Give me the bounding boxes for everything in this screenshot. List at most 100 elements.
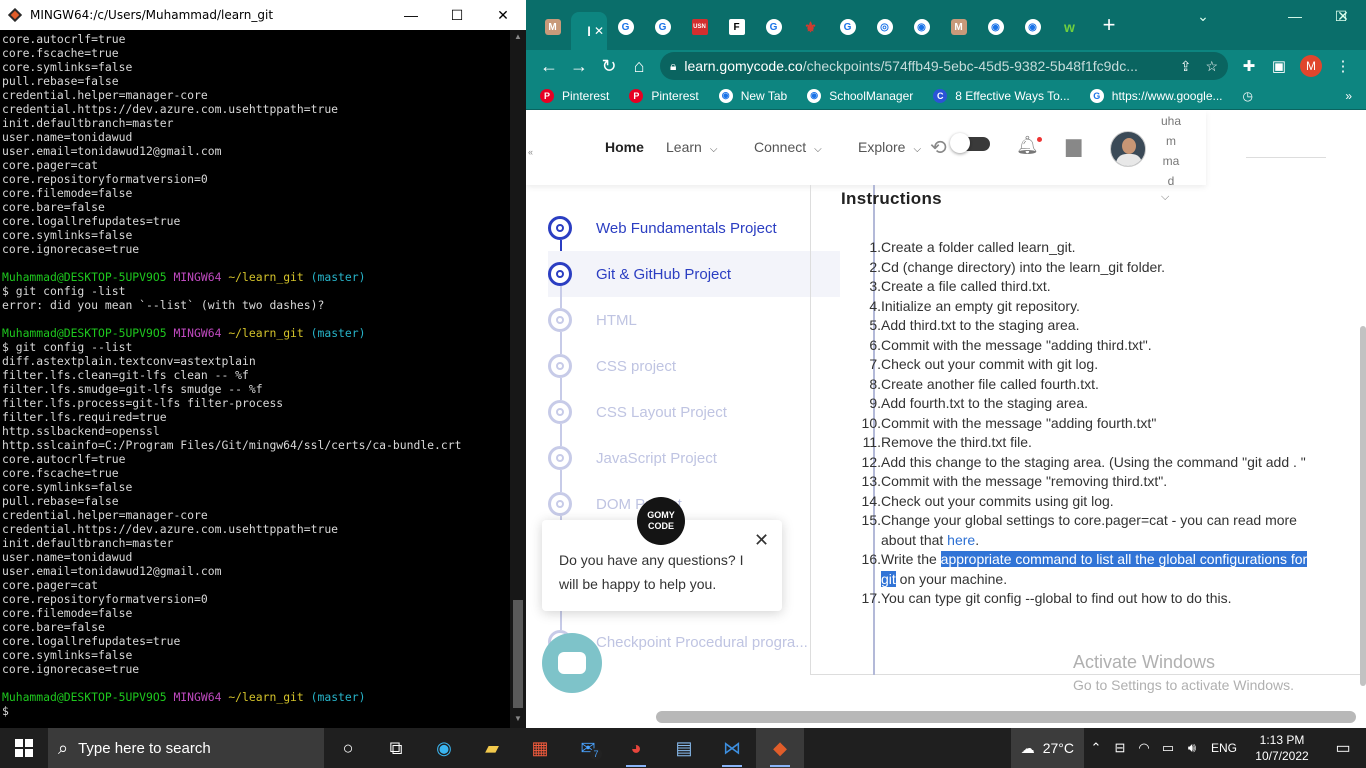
cortana-icon[interactable]: ○ bbox=[324, 728, 372, 768]
browser-tab[interactable]: ◉ bbox=[1014, 10, 1051, 44]
chat-launcher-button[interactable] bbox=[542, 633, 602, 693]
username-text[interactable]: uha m ma d bbox=[1156, 111, 1186, 191]
bookmark-item[interactable]: ◉ SchoolManager bbox=[807, 88, 913, 103]
instruction-number: 10. bbox=[861, 414, 881, 431]
edge-icon[interactable]: ◉ bbox=[420, 728, 468, 768]
close-button[interactable]: ✕ bbox=[1320, 0, 1366, 32]
back-icon[interactable]: ← bbox=[534, 52, 564, 80]
sidebar-checkpoint[interactable]: Web Fundamentals Project bbox=[548, 205, 840, 251]
globe-favicon: ◎ bbox=[876, 19, 893, 35]
show-hidden-icons-icon[interactable]: ⌃ bbox=[1084, 740, 1108, 756]
file-explorer-icon[interactable]: ▰ bbox=[468, 728, 516, 768]
browser-tab[interactable]: M bbox=[534, 10, 571, 44]
close-tab-icon[interactable]: ✕ bbox=[594, 24, 604, 38]
extensions-icon[interactable]: ✚ bbox=[1234, 57, 1264, 75]
vertical-scrollbar[interactable] bbox=[1360, 326, 1366, 686]
browser-tab[interactable]: G bbox=[607, 10, 644, 44]
browser-tab[interactable]: G bbox=[644, 10, 681, 44]
battery-icon[interactable]: ▭ bbox=[1156, 740, 1180, 756]
weather-widget[interactable]: ☁ 27°C bbox=[1010, 728, 1084, 768]
browser-tab[interactable]: F bbox=[718, 10, 755, 44]
sidebar-checkpoint[interactable]: CSS Layout Project bbox=[548, 389, 840, 435]
url-input[interactable]: 🔒︎ learn.gomycode.co/checkpoints/574ffb4… bbox=[660, 52, 1228, 80]
more-bookmarks-icon[interactable]: » bbox=[1345, 89, 1352, 103]
terminal-output[interactable]: core.autocrlf=true core.fscache=true core.… bbox=[0, 30, 510, 728]
minimize-button[interactable]: — bbox=[1272, 0, 1318, 32]
browser-tab[interactable]: G bbox=[755, 10, 792, 44]
browser-tab[interactable]: l ✕ bbox=[571, 12, 607, 50]
nav-home[interactable]: Home bbox=[605, 139, 644, 155]
bookmark-item[interactable]: ◉ New Tab bbox=[718, 88, 787, 103]
bookmark-item[interactable]: P Pinterest bbox=[540, 88, 609, 103]
terminal-scrollbar[interactable]: ▲ ▼ bbox=[510, 30, 526, 728]
close-button[interactable]: ✕ bbox=[480, 0, 526, 30]
chevron-down-icon[interactable]: ⌵ bbox=[1161, 191, 1169, 204]
tab-search-icon[interactable]: ⌄ bbox=[1180, 0, 1226, 32]
sidebar-checkpoint[interactable]: JavaScript Project bbox=[548, 435, 840, 481]
here-link[interactable]: here bbox=[947, 532, 975, 548]
new-tab-icon[interactable]: + bbox=[1094, 12, 1124, 38]
language-indicator[interactable]: ENG bbox=[1204, 741, 1244, 755]
menu-kebab-icon[interactable]: ⋮ bbox=[1328, 57, 1358, 75]
bookmark-item[interactable]: C 8 Effective Ways To... bbox=[933, 88, 1070, 103]
scroll-down-icon[interactable]: ▼ bbox=[513, 714, 523, 724]
reload-icon[interactable]: ↻ bbox=[594, 52, 624, 80]
terminal-window[interactable]: MINGW64:/c/Users/Muhammad/learn_git — ☐ … bbox=[0, 0, 526, 728]
scrollbar-thumb[interactable] bbox=[513, 600, 523, 708]
browser-tab[interactable]: M bbox=[940, 10, 977, 44]
chrome-icon[interactable]: ◕ bbox=[612, 728, 660, 768]
bookmark-star-icon[interactable]: ☆ bbox=[1205, 58, 1218, 75]
sidebar-checkpoint[interactable]: HTML bbox=[548, 297, 840, 343]
terminal-titlebar[interactable]: MINGW64:/c/Users/Muhammad/learn_git — ☐ … bbox=[0, 0, 526, 30]
maximize-button[interactable]: ☐ bbox=[434, 0, 480, 30]
network-icon[interactable]: ◠ bbox=[1132, 740, 1156, 756]
browser-tab[interactable]: ◎ bbox=[866, 10, 903, 44]
taskbar-search[interactable]: ⌕ Type here to search bbox=[48, 728, 324, 768]
forward-icon[interactable]: → bbox=[564, 52, 594, 80]
minimize-button[interactable]: — bbox=[388, 0, 434, 30]
home-icon[interactable]: ⌂ bbox=[624, 52, 654, 80]
output-line: user.name=tonidawud bbox=[2, 130, 133, 144]
chat-icon[interactable]: ▆ bbox=[1066, 133, 1081, 158]
store-icon[interactable]: ▦ bbox=[516, 728, 564, 768]
profile-avatar[interactable]: M bbox=[1300, 55, 1322, 77]
browser-tab[interactable]: USN bbox=[681, 10, 718, 44]
history-icon[interactable]: ◷ bbox=[1243, 89, 1253, 103]
watermark-title: Activate Windows bbox=[1073, 652, 1216, 672]
browser-tab[interactable]: ◉ bbox=[977, 10, 1014, 44]
browser-tab[interactable]: ⚜ bbox=[792, 10, 829, 44]
horizontal-scrollbar[interactable] bbox=[656, 711, 1356, 723]
theme-toggle[interactable] bbox=[950, 133, 990, 153]
collapse-icon[interactable]: « bbox=[528, 147, 533, 157]
clock[interactable]: 1:13 PM 10/7/2022 bbox=[1244, 732, 1320, 764]
nav-learn[interactable]: Learn ⌵ bbox=[666, 139, 717, 155]
scroll-up-icon[interactable]: ▲ bbox=[513, 32, 523, 42]
browser-tab[interactable]: ◉ bbox=[903, 10, 940, 44]
nav-connect[interactable]: Connect ⌵ bbox=[754, 139, 822, 155]
start-button[interactable] bbox=[0, 728, 48, 768]
vscode-icon[interactable]: ⋈ bbox=[708, 728, 756, 768]
sidebar-checkpoint[interactable]: CSS project bbox=[548, 343, 840, 389]
lock-icon[interactable]: 🔒︎ bbox=[670, 59, 676, 74]
browser-tab[interactable]: w bbox=[1051, 10, 1088, 44]
bookmark-item[interactable]: P Pinterest bbox=[629, 88, 699, 103]
share-icon[interactable]: ⇪ bbox=[1180, 58, 1192, 75]
sidebar-checkpoint[interactable]: Git & GitHub Project bbox=[548, 251, 840, 297]
side-panel-icon[interactable]: ▣ bbox=[1264, 57, 1294, 75]
task-view-icon[interactable]: ⧉ bbox=[372, 728, 420, 768]
git-bash-taskbar-icon[interactable]: ◆ bbox=[756, 728, 804, 768]
sync-icon[interactable]: ⟲ bbox=[930, 135, 947, 160]
notification-center-icon[interactable]: ▭ bbox=[1320, 738, 1366, 758]
instruction-item: 5. Add third.txt to the staging area. bbox=[853, 316, 1313, 336]
usb-icon[interactable]: ⊟ bbox=[1108, 740, 1132, 756]
mail-icon[interactable]: ✉ 7 bbox=[564, 728, 612, 768]
avatar-favicon: M bbox=[950, 19, 967, 35]
bell-icon[interactable]: 🔔︎ bbox=[1016, 135, 1039, 156]
browser-window[interactable]: Ml ✕ G G USN F G ⚜ G ◎ ◉ M ◉ ◉ w + ⌄ — ☐ ✕ ← → ↻ ⌂ 🔒︎ learn… bbox=[526, 0, 1366, 728]
nav-explore[interactable]: Explore ⌵ bbox=[858, 139, 921, 155]
bookmark-item[interactable]: Ghttps://www.google... bbox=[1089, 88, 1223, 103]
photos-icon[interactable]: ▤ bbox=[660, 728, 708, 768]
volume-icon[interactable]: 🔊︎ bbox=[1180, 740, 1204, 756]
browser-tab[interactable]: G bbox=[829, 10, 866, 44]
avatar[interactable] bbox=[1110, 131, 1146, 167]
